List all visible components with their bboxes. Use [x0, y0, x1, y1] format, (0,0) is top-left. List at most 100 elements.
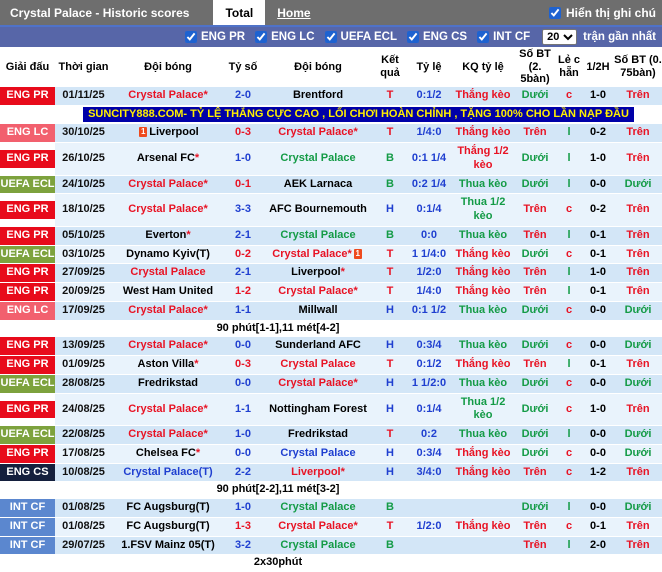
odds-result: Thua 1/2 kèo	[452, 393, 514, 427]
league-checkbox-eng-cs[interactable]	[407, 31, 419, 43]
match-date: 29/07/25	[55, 536, 112, 556]
home-team-cell: Arsenal FC*	[112, 142, 224, 176]
league-checkbox-uefa-ecl[interactable]	[324, 31, 337, 43]
away-team-name: Crystal Palace	[280, 446, 356, 459]
result-letter: T	[374, 86, 406, 106]
league-checkbox-eng-pr[interactable]	[185, 31, 197, 43]
odd-even-flag: c	[556, 444, 582, 464]
away-team-cell: Liverpool*	[262, 263, 374, 284]
league-badge: INT CF	[0, 536, 55, 554]
asterisk-marker: *	[195, 446, 201, 459]
match-score: 2-1	[224, 226, 262, 246]
match-row: ENG PR 18/10/25 Crystal Palace* 3-3 AFC Bour…	[0, 193, 662, 227]
over-under-2-5: Trên	[514, 282, 556, 302]
match-date: 28/08/25	[55, 374, 112, 394]
league-cell: ENG CS	[0, 463, 55, 483]
odd-even-flag: l	[556, 498, 582, 518]
match-row: UEFA ECL 22/08/25 Crystal Palace* 1-0 Fredri…	[0, 425, 662, 445]
match-date: 27/09/25	[55, 263, 112, 284]
home-team-cell: Crystal Palace*	[112, 336, 224, 357]
odd-even-flag: c	[556, 393, 582, 427]
away-team-name: Crystal Palace	[280, 538, 356, 551]
league-badge: UEFA ECL	[0, 426, 55, 444]
asterisk-marker: *	[340, 465, 345, 478]
league-checkbox-int-cf[interactable]	[477, 31, 490, 43]
away-team-name: Crystal Palace	[278, 126, 354, 139]
home-team-name: FC Augsburg(T)	[126, 501, 210, 514]
tab-total[interactable]: Total	[213, 0, 266, 25]
home-team-cell: Crystal Palace*	[112, 301, 224, 321]
match-row: ENG PR 13/09/25 Crystal Palace* 0-0 Sunderla…	[0, 336, 662, 357]
match-score: 1-0	[224, 498, 262, 518]
over-under-2-5: Dưới	[514, 142, 556, 176]
league-badge: UEFA ECL	[0, 175, 55, 193]
away-team-name: Nottingham Forest	[269, 402, 367, 415]
home-team-name: Crystal Palace	[128, 402, 204, 415]
asterisk-marker: *	[194, 358, 199, 371]
home-team-name: Dynamo Kyiv(T)	[126, 247, 210, 260]
home-team-cell: West Ham United	[112, 282, 224, 302]
over-under-2-5: Trên	[514, 123, 556, 144]
promo-banner-text[interactable]: SUNCITY888.COM- TỶ LỆ THẮNG CỰC CAO , LỐ…	[83, 106, 634, 123]
league-cell: ENG PR	[0, 142, 55, 176]
show-notes-label: Hiển thị ghi chú	[566, 5, 656, 20]
home-team-cell: Fredrikstad	[112, 374, 224, 394]
match-score: 3-3	[224, 193, 262, 227]
away-team-name: Millwall	[298, 303, 338, 316]
result-letter: H	[374, 336, 406, 357]
match-score: 0-0	[224, 336, 262, 357]
league-cell: ENG PR	[0, 193, 55, 227]
asterisk-marker: *	[353, 519, 358, 532]
league-filter-label: ENG PR	[201, 31, 246, 43]
league-cell-empty	[0, 105, 55, 125]
odds-result: Thua kèo	[452, 336, 514, 357]
show-notes-checkbox[interactable]	[549, 6, 561, 19]
tab-home[interactable]: Home	[265, 0, 322, 25]
league-badge: ENG PR	[0, 337, 55, 355]
handicap-odds	[406, 536, 452, 556]
match-count-select[interactable]: 20	[542, 29, 578, 45]
odd-even-flag: l	[556, 123, 582, 144]
asterisk-marker: *	[353, 285, 358, 298]
away-team-name: Crystal Palace	[278, 376, 354, 389]
away-team-name: Crystal Palace	[280, 228, 356, 241]
match-date: 18/10/25	[55, 193, 112, 227]
away-team-cell: Crystal Palace	[262, 226, 374, 246]
league-badge: ENG PR	[0, 201, 55, 220]
over-under-2-5: Dưới	[514, 301, 556, 321]
scope-tabs: Total Home	[213, 0, 322, 25]
handicap-odds: 0:3/4	[406, 444, 452, 464]
league-badge: ENG PR	[0, 226, 55, 245]
away-team-cell: Crystal Palace	[262, 444, 374, 464]
match-row: UEFA ECL 28/08/25 Fredrikstad 0-0 Crystal Pa…	[0, 374, 662, 394]
league-cell: ENG PR	[0, 226, 55, 246]
match-row: ENG LC 30/10/25 1 Liverpool 0-3 Crystal Palac…	[0, 123, 662, 144]
over-under-0-75: Trên	[614, 226, 662, 246]
match-date: 01/08/25	[55, 517, 112, 537]
league-filter-label: INT CF	[493, 31, 531, 43]
header-odds: Tỷ lệ	[406, 47, 452, 87]
half-time-score: 0-0	[582, 374, 614, 394]
league-checkbox-eng-lc[interactable]	[255, 31, 268, 43]
league-cell: ENG PR	[0, 282, 55, 302]
asterisk-marker: *	[353, 376, 358, 389]
result-letter: T	[374, 355, 406, 375]
home-team-cell: Crystal Palace*	[112, 86, 224, 106]
away-team-name: Crystal Palace	[278, 519, 354, 532]
home-team-cell: Aston Villa*	[112, 355, 224, 375]
match-score: 2-2	[224, 463, 262, 483]
header-away-team: Đội bóng	[262, 47, 374, 87]
odds-result: Thắng kèo	[452, 263, 514, 284]
odd-even-flag: l	[556, 355, 582, 375]
home-team-name: Aston Villa	[137, 358, 195, 371]
handicap-odds: 0:1/2	[406, 86, 452, 106]
away-team-cell: Crystal Palace	[262, 142, 374, 176]
over-under-2-5: Trên	[514, 193, 556, 227]
league-cell: UEFA ECL	[0, 175, 55, 195]
handicap-odds: 3/4:0	[406, 463, 452, 483]
over-under-0-75: Trên	[614, 517, 662, 537]
home-team-cell: Crystal Palace*	[112, 175, 224, 195]
odd-even-flag: c	[556, 374, 582, 394]
match-row: ENG LC 17/09/25 Crystal Palace* 1-1 Millwall…	[0, 301, 662, 321]
away-team-cell: Crystal Palace*	[262, 374, 374, 394]
